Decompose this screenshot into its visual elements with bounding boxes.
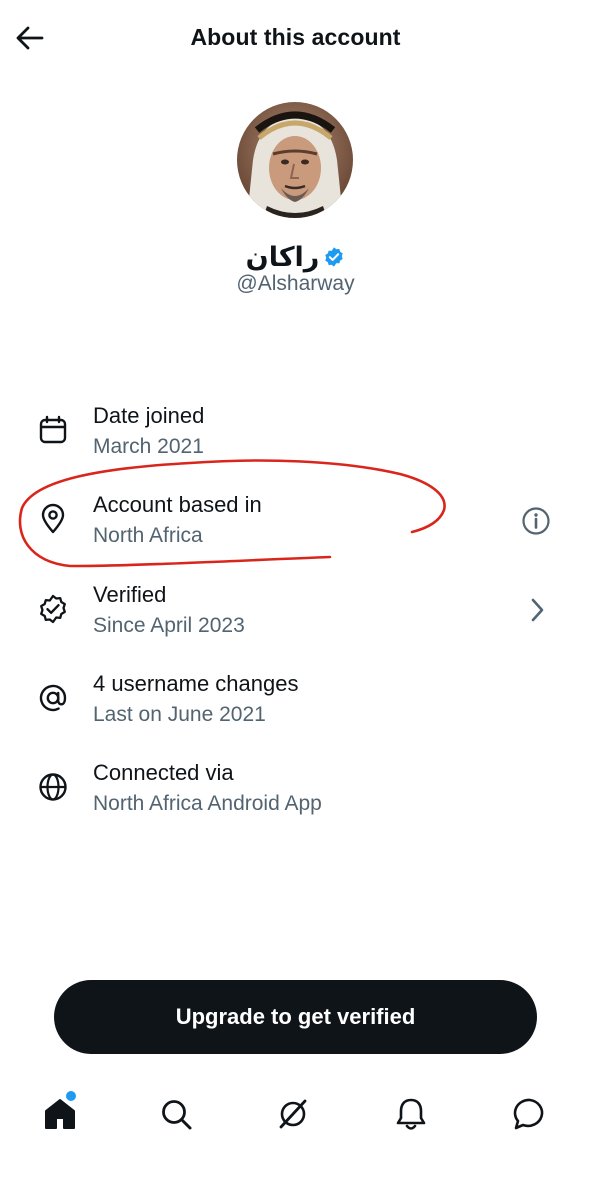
search-icon[interactable] [156, 1094, 196, 1134]
detail-title: Verified [93, 582, 167, 607]
page-title: About this account [190, 24, 401, 50]
detail-subtitle: Last on June 2021 [93, 703, 266, 726]
detail-row-verified[interactable]: Verified Since April 2023 [0, 577, 591, 657]
detail-row-connected-via: Connected via North Africa Android App [0, 755, 591, 835]
detail-row-username-changes: 4 username changes Last on June 2021 [0, 666, 591, 746]
verified-badge-icon [325, 247, 344, 267]
messages-icon[interactable] [510, 1094, 550, 1134]
calendar-icon [39, 415, 67, 444]
display-name: راكان [0, 238, 591, 274]
chevron-right-icon[interactable] [528, 597, 548, 623]
top-bar: About this account [0, 0, 591, 80]
at-sign-icon [39, 684, 67, 712]
home-notification-dot [66, 1091, 76, 1101]
detail-subtitle: Since April 2023 [93, 614, 245, 637]
bottom-tab-bar [0, 1080, 591, 1150]
avatar[interactable] [237, 102, 353, 218]
upgrade-button[interactable]: Upgrade to get verified [54, 980, 537, 1054]
notifications-icon[interactable] [391, 1094, 431, 1134]
verified-outline-icon [40, 594, 66, 624]
info-icon[interactable] [521, 506, 551, 536]
grok-icon[interactable] [273, 1094, 313, 1134]
detail-title: Account based in [93, 492, 262, 517]
detail-title: Connected via [93, 760, 234, 785]
detail-row-date-joined: Date joined March 2021 [0, 398, 591, 478]
avatar-photo [237, 102, 353, 218]
detail-subtitle: North Africa [93, 524, 203, 547]
username-handle: @Alsharway [236, 272, 355, 295]
detail-subtitle: North Africa Android App [93, 792, 322, 815]
detail-subtitle: March 2021 [93, 435, 204, 458]
display-name-text: راكان [245, 241, 320, 272]
detail-row-account-based-in: Account based in North Africa [0, 487, 591, 567]
detail-title: 4 username changes [93, 671, 299, 696]
detail-title: Date joined [93, 403, 205, 428]
location-pin-icon [41, 503, 65, 534]
globe-icon [39, 773, 67, 801]
